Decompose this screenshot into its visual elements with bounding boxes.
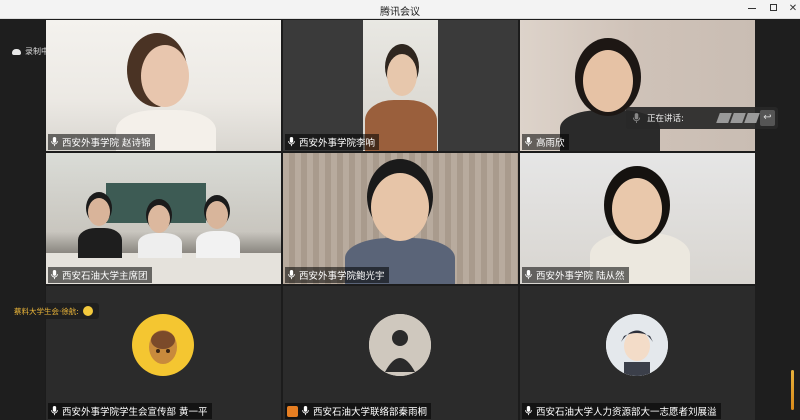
speaking-label: 正在讲话: xyxy=(647,114,684,124)
participant-name-label: 西安外事学院李响 xyxy=(299,138,376,149)
participant-head xyxy=(387,54,417,96)
participant-name: 西安石油大学联络部秦雨桐 xyxy=(285,403,432,419)
microphone-icon xyxy=(288,270,295,280)
participant-body xyxy=(196,231,240,258)
silhouette-icon xyxy=(369,314,431,376)
video-tile-6[interactable]: 西安外事学院 陆从然 xyxy=(520,153,755,284)
chat-bubble[interactable]: 蔡料大学生会·徐航: xyxy=(8,303,99,319)
microphone-icon xyxy=(51,137,58,147)
participant-name: 西安外事学院学生会宣传部 黄一平 xyxy=(48,403,212,419)
participant-name-label: 高雨欣 xyxy=(536,138,565,149)
chat-message-text: 蔡料大学生会·徐航: xyxy=(14,306,79,316)
video-tile-1[interactable]: 西安外事学院 赵诗锦 xyxy=(46,20,281,151)
participant-name-label: 西安石油大学主席团 xyxy=(62,271,148,282)
participant-name: 西安外事学院 陆从然 xyxy=(522,267,629,283)
maximize-button[interactable] xyxy=(766,2,780,16)
collapse-icon[interactable]: ↩ xyxy=(760,110,775,126)
video-tile-3[interactable]: 高雨欣 xyxy=(520,20,755,151)
participant-name: 西安外事学院鲍光宇 xyxy=(285,267,389,283)
avatar-tile-9[interactable]: 西安石油大学人力资源部大一志愿者刘展溢 xyxy=(520,286,755,420)
participant-name: 西安石油大学人力资源部大一志愿者刘展溢 xyxy=(522,403,721,419)
minimize-button[interactable] xyxy=(745,2,759,16)
clap-emoji-icon xyxy=(82,306,93,316)
participant-name-label: 西安外事学院 陆从然 xyxy=(536,271,625,282)
participant-body xyxy=(78,228,122,258)
participant-name-label: 西安石油大学人力资源部大一志愿者刘展溢 xyxy=(536,407,717,418)
window-title: 腾讯会议 xyxy=(380,7,420,18)
microphone-icon xyxy=(525,270,532,280)
microphone-icon xyxy=(632,112,641,123)
participant-head xyxy=(371,173,429,241)
participant-name: 西安外事学院李响 xyxy=(285,134,380,150)
participant-head xyxy=(206,201,228,229)
participant-name: 高雨欣 xyxy=(522,134,569,150)
right-panel xyxy=(755,20,800,420)
microphone-icon xyxy=(302,406,309,416)
anime-boy-icon xyxy=(606,314,668,376)
participant-name-label: 西安外事学院学生会宣传部 黄一平 xyxy=(62,407,208,418)
participant-head xyxy=(148,205,170,233)
avatar-tile-8[interactable]: 西安石油大学联络部秦雨桐 xyxy=(283,286,518,420)
participant-head xyxy=(612,178,662,240)
speaker-avatars xyxy=(716,113,760,123)
close-button[interactable]: ✕ xyxy=(786,2,800,16)
participant-head xyxy=(141,45,189,107)
participant-name: 西安石油大学主席团 xyxy=(48,267,152,283)
microphone-icon xyxy=(525,406,532,416)
participant-name: 西安外事学院 赵诗锦 xyxy=(48,134,155,150)
participant-name-label: 西安外事学院 赵诗锦 xyxy=(62,138,151,149)
speaking-indicator[interactable]: 正在讲话: ↩ xyxy=(626,107,778,129)
participant-name-label: 西安外事学院鲍光宇 xyxy=(299,271,385,282)
participant-head xyxy=(583,50,633,112)
video-tile-5[interactable]: 西安外事学院鲍光宇 xyxy=(283,153,518,284)
video-tile-2[interactable]: 西安外事学院李响 xyxy=(283,20,518,151)
participant-head xyxy=(88,198,110,226)
video-tile-4[interactable]: 西安石油大学主席团 xyxy=(46,153,281,284)
microphone-icon xyxy=(525,137,532,147)
microphone-icon xyxy=(51,270,58,280)
recording-indicator[interactable]: 录制中 xyxy=(12,46,49,57)
left-panel xyxy=(0,20,45,420)
sweet-potato-icon xyxy=(132,314,194,376)
microphone-icon xyxy=(288,137,295,147)
scrollbar[interactable] xyxy=(791,370,794,410)
host-badge xyxy=(287,405,298,417)
participant-body xyxy=(138,233,182,258)
microphone-icon xyxy=(51,406,58,416)
title-bar: 腾讯会议 ✕ xyxy=(0,0,800,19)
participant-name-label: 西安石油大学联络部秦雨桐 xyxy=(313,407,428,418)
cloud-icon xyxy=(12,48,21,55)
